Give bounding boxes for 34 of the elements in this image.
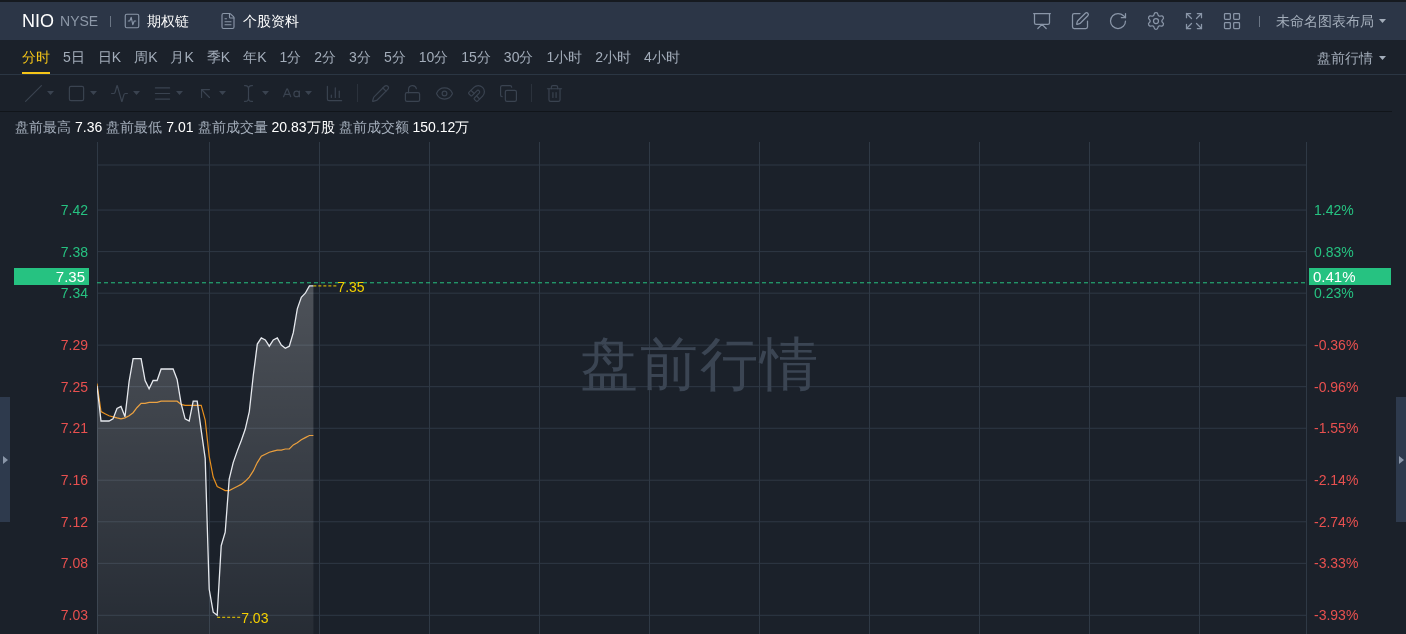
stat-label: 盘前最低 (106, 117, 163, 137)
percent-axis-label: -2.14% (1314, 472, 1359, 489)
percent-axis-label: 1.42% (1314, 202, 1354, 219)
stat-value: 20.83万股 (271, 117, 335, 137)
stock-symbol: NIO (22, 9, 54, 33)
high-price-label: 7.35 (337, 278, 365, 295)
price-axis-label: 7.08 (60, 555, 88, 572)
percent-axis-label: 0.83% (1314, 243, 1354, 260)
price-axis-label: 7.03 (60, 607, 88, 624)
percent-axis-label: -0.96% (1314, 378, 1359, 395)
low-price-label: 7.03 (241, 610, 269, 627)
stat-label: 盘前最高 (15, 117, 71, 137)
price-axis-label: 7.25 (60, 378, 88, 395)
price-axis-label: 7.29 (60, 337, 88, 354)
price-axis-label: 7.16 (60, 472, 88, 489)
percent-axis-label: -2.74% (1314, 513, 1359, 530)
stat-label: 盘前成交额 (338, 117, 409, 137)
percent-axis-label: -3.93% (1314, 607, 1359, 624)
last-price-badge: 7.35 (14, 267, 89, 285)
change-badge: 0.41% (1309, 267, 1391, 285)
percent-axis-label: -0.36% (1314, 337, 1359, 354)
price-axis-label: 7.38 (60, 243, 88, 260)
stat-value: 7.01 (166, 117, 194, 137)
percent-axis-label: -3.33% (1314, 555, 1359, 572)
percent-axis-label: 0.23% (1314, 285, 1354, 302)
price-axis-label: 7.21 (60, 420, 88, 437)
stat-value: 150.12万 (412, 117, 470, 137)
exchange-label: NYSE (60, 11, 99, 31)
percent-axis-label: -1.55% (1314, 420, 1359, 437)
price-axis-label: 7.12 (60, 513, 88, 530)
price-axis-label: 7.34 (60, 285, 88, 302)
stat-label: 盘前成交量 (197, 117, 268, 137)
stat-value: 7.36 (75, 117, 103, 137)
price-axis-label: 7.42 (60, 202, 88, 219)
